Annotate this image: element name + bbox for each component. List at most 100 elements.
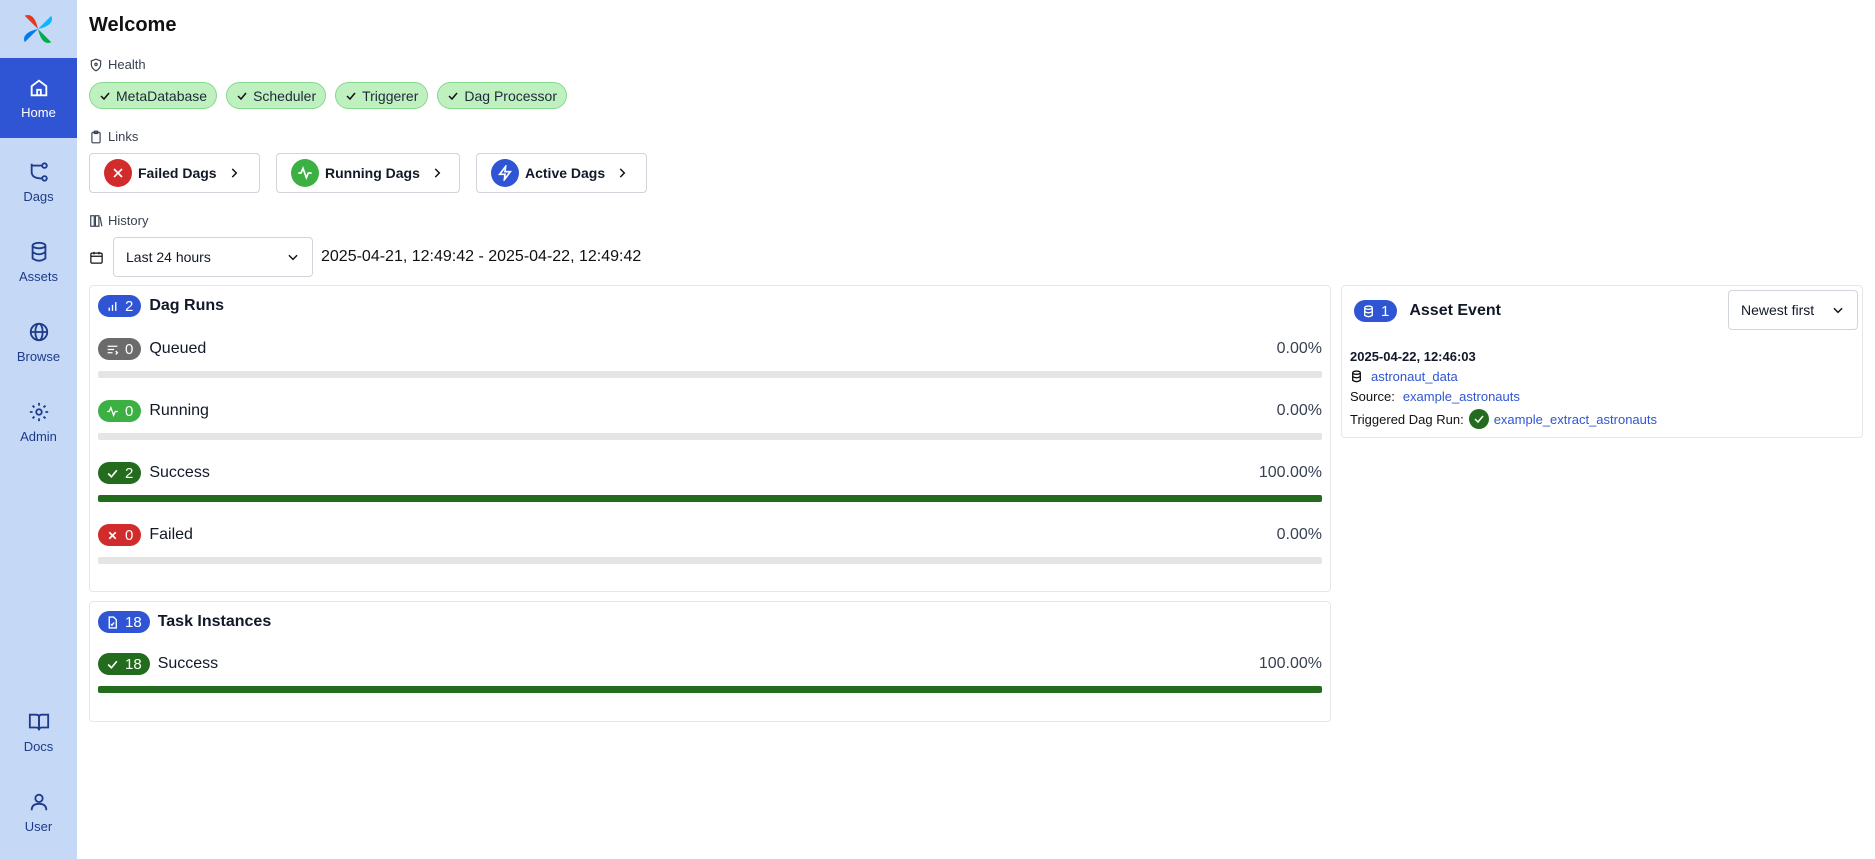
success-progress-bar xyxy=(98,495,1322,502)
sort-value: Newest first xyxy=(1741,302,1815,318)
time-range-select[interactable]: Last 24 hours xyxy=(113,237,313,277)
chevron-right-icon xyxy=(231,168,237,178)
check-icon xyxy=(1474,415,1484,424)
sort-select[interactable]: Newest first xyxy=(1728,290,1858,330)
clipboard-icon xyxy=(91,130,101,143)
links-list: Failed Dags Running Dags Active Dags xyxy=(89,153,647,193)
queued-badge: 0 xyxy=(98,338,142,360)
running-progress-bar xyxy=(98,433,1322,440)
running-pct: 0.00% xyxy=(1276,402,1322,419)
asset-event-item: 2025-04-22, 12:46:03 astronaut_data Sour… xyxy=(1350,349,1657,429)
failed-pct: 0.00% xyxy=(1276,526,1322,543)
nav-assets[interactable]: Assets xyxy=(0,222,77,302)
task-instances-count: 18 xyxy=(125,613,142,631)
bar-chart-icon xyxy=(108,301,117,311)
success-label: Success xyxy=(149,464,210,481)
user-icon xyxy=(30,793,47,810)
ti-success-pct: 100.00% xyxy=(1258,655,1322,672)
file-icon xyxy=(108,615,117,629)
nav-user[interactable]: User xyxy=(0,772,77,852)
chevron-down-icon xyxy=(288,254,298,261)
nav-admin-label: Admin xyxy=(20,428,57,444)
chevron-right-icon xyxy=(434,168,441,178)
health-item-label: Scheduler xyxy=(253,87,317,104)
airflow-logo[interactable] xyxy=(19,10,57,48)
active-circle xyxy=(491,159,519,187)
nav-user-label: User xyxy=(24,818,53,834)
task-instances-count-badge: 18 xyxy=(98,611,150,633)
activity-icon xyxy=(107,405,118,417)
dag-runs-card: 2 Dag Runs 0 Queued 0.00% 0 Running 0.00… xyxy=(89,285,1331,592)
asset-link[interactable]: astronaut_data xyxy=(1371,369,1458,384)
database-icon xyxy=(1352,370,1361,383)
ti-success-progress-bar xyxy=(98,686,1322,693)
queued-count: 0 xyxy=(125,340,134,358)
history-icon xyxy=(90,214,103,227)
history-section-label: History xyxy=(89,213,148,228)
check-icon xyxy=(346,92,356,100)
ti-success-label: Success xyxy=(157,655,219,672)
asset-event-time: 2025-04-22, 12:46:03 xyxy=(1350,349,1476,364)
failed-progress-bar xyxy=(98,557,1322,564)
queued-progress-bar xyxy=(98,371,1322,378)
asset-events-header: 1 Asset Event xyxy=(1354,300,1501,322)
nav-admin[interactable]: Admin xyxy=(0,382,77,462)
asset-events-count: 1 xyxy=(1381,302,1390,320)
zap-icon xyxy=(498,165,512,181)
dag-runs-queued-row: 0 Queued 0.00% xyxy=(98,338,1322,386)
ti-success-badge: 18 xyxy=(98,653,150,675)
asset-event-source-line: Source: example_astronauts xyxy=(1350,389,1657,404)
ti-success-count: 18 xyxy=(125,655,142,673)
triggered-label: Triggered Dag Run: xyxy=(1350,411,1464,427)
health-item-label: MetaDatabase xyxy=(116,87,208,104)
source-link[interactable]: example_astronauts xyxy=(1403,389,1520,404)
failed-label: Failed xyxy=(149,526,193,543)
triggered-dag-run-link[interactable]: example_extract_astronauts xyxy=(1494,412,1657,427)
failed-dags-label: Failed Dags xyxy=(138,165,217,181)
nav-browse[interactable]: Browse xyxy=(0,302,77,382)
nav-docs-label: Docs xyxy=(23,738,54,754)
success-state-icon xyxy=(1468,409,1489,429)
task-instances-card: 18 Task Instances 18 Success 100.00% xyxy=(89,601,1331,722)
task-instances-success-row: 18 Success 100.00% xyxy=(98,653,1322,701)
health-status-list: MetaDatabase Scheduler Triggerer Dag Pro… xyxy=(89,82,567,109)
ti-success-progress-fill xyxy=(98,686,1322,693)
nav-dags[interactable]: Dags xyxy=(0,142,77,222)
nav-browse-label: Browse xyxy=(16,348,61,364)
links-section-label: Links xyxy=(89,129,138,144)
health-triggerer: Triggerer xyxy=(335,82,429,109)
nav-docs[interactable]: Docs xyxy=(0,692,77,772)
task-instances-header: 18 Task Instances xyxy=(98,611,271,633)
active-dags-label: Active Dags xyxy=(525,165,606,181)
gear-icon xyxy=(29,402,48,421)
dag-runs-success-row: 2 Success 100.00% xyxy=(98,462,1322,510)
check-icon xyxy=(107,469,118,478)
dags-icon xyxy=(30,161,48,182)
success-pct: 100.00% xyxy=(1258,464,1322,481)
date-range-text: 2025-04-21, 12:49:42 - 2025-04-22, 12:49… xyxy=(321,248,642,265)
success-progress-fill xyxy=(98,495,1322,502)
running-dags-link[interactable]: Running Dags xyxy=(276,153,460,193)
chevron-down-icon xyxy=(1833,307,1843,314)
asset-event-asset-line: astronaut_data xyxy=(1350,369,1657,384)
task-instances-title: Task Instances xyxy=(157,613,272,630)
history-label: History xyxy=(108,213,149,228)
health-scheduler: Scheduler xyxy=(226,82,327,109)
nav-home-label: Home xyxy=(21,104,56,120)
failed-dags-link[interactable]: Failed Dags xyxy=(89,153,260,193)
book-icon xyxy=(28,713,49,730)
globe-icon xyxy=(29,322,48,341)
time-range-value: Last 24 hours xyxy=(126,249,211,265)
active-dags-link[interactable]: Active Dags xyxy=(476,153,647,193)
failed-circle xyxy=(104,159,132,187)
failed-count: 0 xyxy=(125,526,134,544)
history-controls: Last 24 hours 2025-04-21, 12:49:42 - 202… xyxy=(89,237,641,277)
nav-home[interactable]: Home xyxy=(0,58,77,138)
home-icon xyxy=(30,79,47,96)
dag-runs-count: 2 xyxy=(125,297,134,315)
sidebar: Home Dags Assets Browse Admin Docs User xyxy=(0,0,77,859)
health-item-label: Triggerer xyxy=(362,87,419,104)
check-icon xyxy=(448,92,458,100)
queued-pct: 0.00% xyxy=(1276,340,1322,357)
x-icon xyxy=(113,168,123,178)
